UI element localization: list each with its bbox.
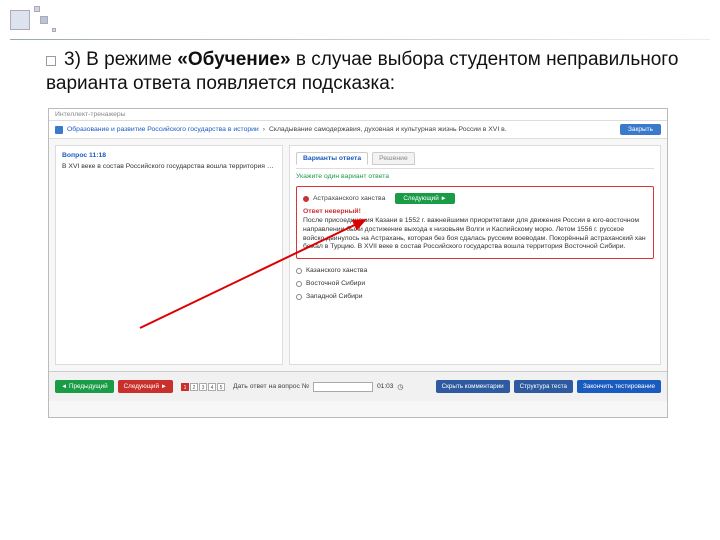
breadcrumb-root[interactable]: Образование и развитие Российского госуд… — [67, 126, 259, 133]
tab-solution[interactable]: Решение — [372, 152, 415, 165]
radio-icon[interactable] — [296, 294, 302, 300]
slide-corner-deco — [0, 0, 120, 40]
inline-next-button[interactable]: Следующий ► — [395, 193, 454, 204]
question-pane: Вопрос 11:18 В XVI веке в состав Российс… — [55, 145, 283, 365]
next-button[interactable]: Следующий ► — [118, 380, 173, 393]
slide-top-rule — [10, 39, 710, 40]
radio-selected-icon[interactable] — [303, 196, 309, 202]
clock-icon: ◷ — [397, 383, 403, 391]
answer-instruction: Укажите один вариант ответа — [296, 173, 654, 180]
page-3[interactable]: 3 — [199, 383, 207, 391]
footer-bar: ◄ Предыдущий Следующий ► 1 2 3 4 5 Дать … — [49, 371, 667, 401]
page-4[interactable]: 4 — [208, 383, 216, 391]
question-text: В XVI веке в состав Российского государс… — [62, 163, 276, 172]
prev-button[interactable]: ◄ Предыдущий — [55, 380, 114, 393]
doc-icon — [55, 126, 63, 134]
page-1[interactable]: 1 — [181, 383, 189, 391]
close-button[interactable]: Закрыть — [620, 124, 661, 135]
slide-title: 3) В режиме «Обучение» в случае выбора с… — [46, 48, 690, 96]
breadcrumb: Образование и развитие Российского госуд… — [49, 121, 667, 139]
question-number: Вопрос 11:18 — [62, 152, 276, 159]
option-d-label[interactable]: Западной Сибири — [306, 293, 363, 300]
page-2[interactable]: 2 — [190, 383, 198, 391]
title-bold: «Обучение» — [177, 49, 290, 70]
toggle-comments-button[interactable]: Скрыть комментарии — [436, 380, 510, 393]
breadcrumb-sep: › — [263, 126, 265, 133]
app-header: Интеллект-тренажеры — [49, 109, 667, 121]
timer: 01:03 — [377, 383, 393, 390]
page-nav: 1 2 3 4 5 — [181, 383, 225, 391]
bullet-icon — [46, 56, 56, 66]
breadcrumb-current: Складывание самодержавия, духовная и кул… — [269, 126, 507, 133]
jump-input[interactable] — [313, 382, 373, 392]
radio-icon[interactable] — [296, 268, 302, 274]
tab-variants[interactable]: Варианты ответа — [296, 152, 368, 165]
title-pre: 3) В режиме — [64, 49, 177, 70]
finish-button[interactable]: Закончить тестирование — [577, 380, 661, 393]
option-a-label[interactable]: Астраханского ханства — [313, 195, 385, 202]
wrong-answer-highlight: Астраханского ханства Следующий ► Ответ … — [296, 186, 654, 259]
structure-button[interactable]: Структура теста — [514, 380, 573, 393]
option-b-label[interactable]: Казанского ханства — [306, 267, 367, 274]
app-frame: Интеллект-тренажеры Образование и развит… — [48, 108, 668, 418]
hint-text: После присоединения Казани в 1552 г. важ… — [303, 217, 647, 252]
option-c-label[interactable]: Восточной Сибири — [306, 280, 365, 287]
page-5[interactable]: 5 — [217, 383, 225, 391]
hint-heading: Ответ неверный! — [303, 208, 361, 215]
jump-label: Дать ответ на вопрос № — [233, 383, 309, 390]
radio-icon[interactable] — [296, 281, 302, 287]
answer-pane: Варианты ответа Решение Укажите один вар… — [289, 145, 661, 365]
